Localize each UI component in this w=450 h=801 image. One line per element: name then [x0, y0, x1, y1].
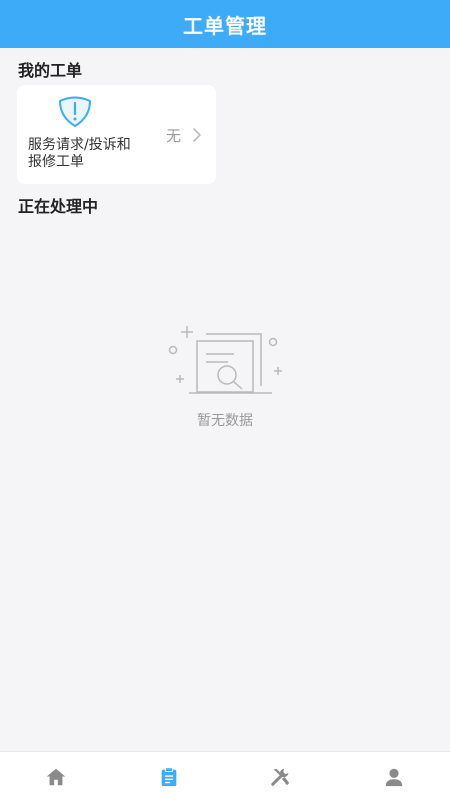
my-tickets-heading: 我的工单 [18, 57, 82, 81]
page-title: 工单管理 [183, 10, 267, 39]
empty-document-search-icon [160, 322, 288, 398]
clipboard-icon [158, 766, 180, 788]
service-ticket-card[interactable]: 服务请求/投诉和报修工单 无 [17, 85, 216, 184]
tab-profile[interactable] [338, 752, 450, 801]
ticket-count: 无 [166, 125, 181, 146]
tools-icon [270, 766, 292, 788]
ticket-card-label: 服务请求/投诉和报修工单 [28, 137, 143, 171]
chevron-right-icon [192, 127, 202, 143]
tab-tickets[interactable] [113, 752, 226, 801]
empty-state-text: 暂无数据 [0, 410, 450, 430]
shield-warning-icon [57, 95, 93, 129]
tab-repair[interactable] [225, 752, 338, 801]
app-header: 工单管理 [0, 0, 450, 48]
tab-home[interactable] [0, 752, 113, 801]
processing-heading: 正在处理中 [18, 193, 98, 217]
bottom-tab-bar [0, 751, 450, 801]
user-icon [383, 766, 405, 788]
home-icon [45, 766, 67, 788]
